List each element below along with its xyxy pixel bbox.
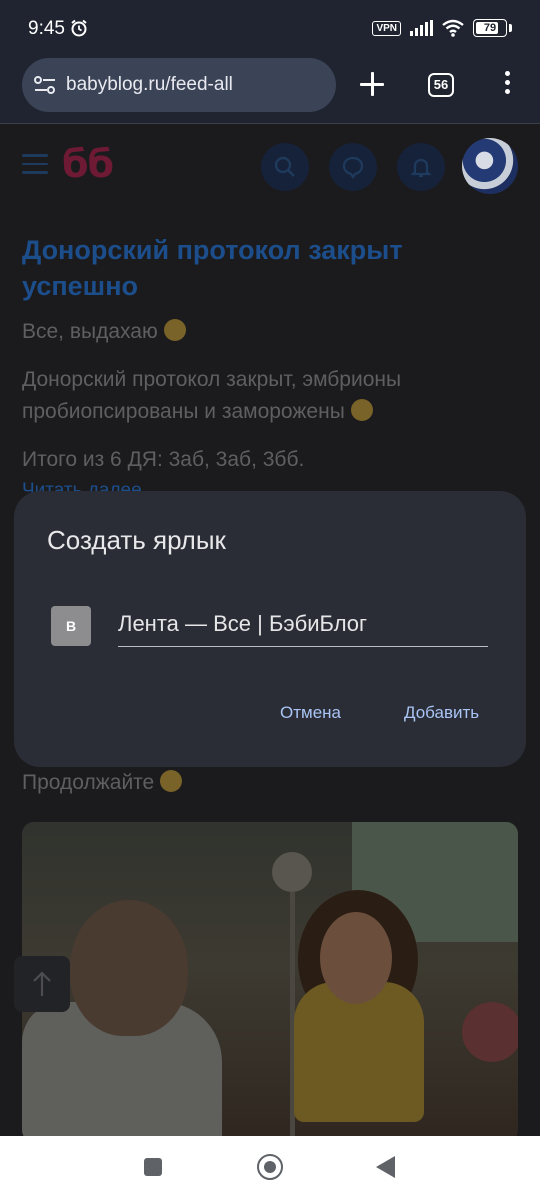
- battery-tip: [509, 24, 512, 32]
- search-button[interactable]: [261, 143, 309, 191]
- arrow-up-icon: [33, 971, 51, 996]
- site-settings-icon[interactable]: [33, 75, 57, 95]
- shortcut-name-input[interactable]: [118, 601, 488, 647]
- search-icon: [274, 156, 295, 177]
- site-favicon: B: [51, 606, 91, 646]
- post-paragraph: Донорский протокол закрыт, эмбрионы проб…: [22, 368, 402, 423]
- post-paragraph: Итого из 6 ДЯ: 3аб, 3аб, 3бб.: [22, 448, 305, 471]
- battery-level: 79: [483, 22, 497, 34]
- blush-emoji-icon: [350, 399, 373, 421]
- bell-icon: [410, 158, 432, 178]
- status-icons: VPN 79: [372, 19, 512, 37]
- new-tab-icon[interactable]: [358, 70, 386, 98]
- battery-icon: 79: [473, 19, 507, 37]
- site-header: бб: [0, 124, 540, 204]
- post-title[interactable]: Донорский протокол закрыт успешно: [22, 232, 522, 304]
- post-paragraph: Все, выдахаю: [22, 316, 522, 348]
- create-shortcut-dialog: Создать ярлык B Отмена Добавить: [14, 491, 526, 767]
- back-icon[interactable]: [376, 1156, 395, 1178]
- system-nav-bar: [0, 1136, 540, 1200]
- post-image[interactable]: [22, 822, 518, 1136]
- status-bar: 9:45 VPN 79: [0, 0, 540, 58]
- vpn-icon: VPN: [372, 20, 401, 36]
- menu-icon[interactable]: [500, 71, 514, 99]
- messages-button[interactable]: [329, 143, 377, 191]
- post-text: Продолжайте: [22, 770, 183, 795]
- browser-toolbar: babyblog.ru/feed-all 56: [0, 58, 540, 124]
- site-logo[interactable]: бб: [62, 142, 114, 186]
- address-bar[interactable]: babyblog.ru/feed-all: [22, 58, 336, 112]
- dialog-title: Создать ярлык: [47, 525, 226, 555]
- wink-emoji-icon: [160, 770, 183, 792]
- add-button[interactable]: Добавить: [404, 703, 479, 723]
- wifi-icon: [442, 19, 464, 37]
- notifications-button[interactable]: [397, 143, 445, 191]
- chat-icon: [342, 156, 364, 179]
- smile-emoji-icon: [163, 319, 186, 341]
- avatar[interactable]: [462, 138, 518, 194]
- home-icon[interactable]: [257, 1154, 283, 1180]
- status-time: 9:45: [28, 18, 65, 39]
- scroll-to-top-button[interactable]: [14, 956, 70, 1012]
- cancel-button[interactable]: Отмена: [280, 703, 341, 723]
- signal-icon: [410, 20, 433, 36]
- recents-icon[interactable]: [144, 1158, 162, 1176]
- hamburger-menu-icon[interactable]: [22, 154, 48, 174]
- alarm-icon: [71, 19, 87, 37]
- tab-switcher-icon[interactable]: 56: [428, 73, 454, 97]
- url-text[interactable]: babyblog.ru/feed-all: [66, 74, 233, 96]
